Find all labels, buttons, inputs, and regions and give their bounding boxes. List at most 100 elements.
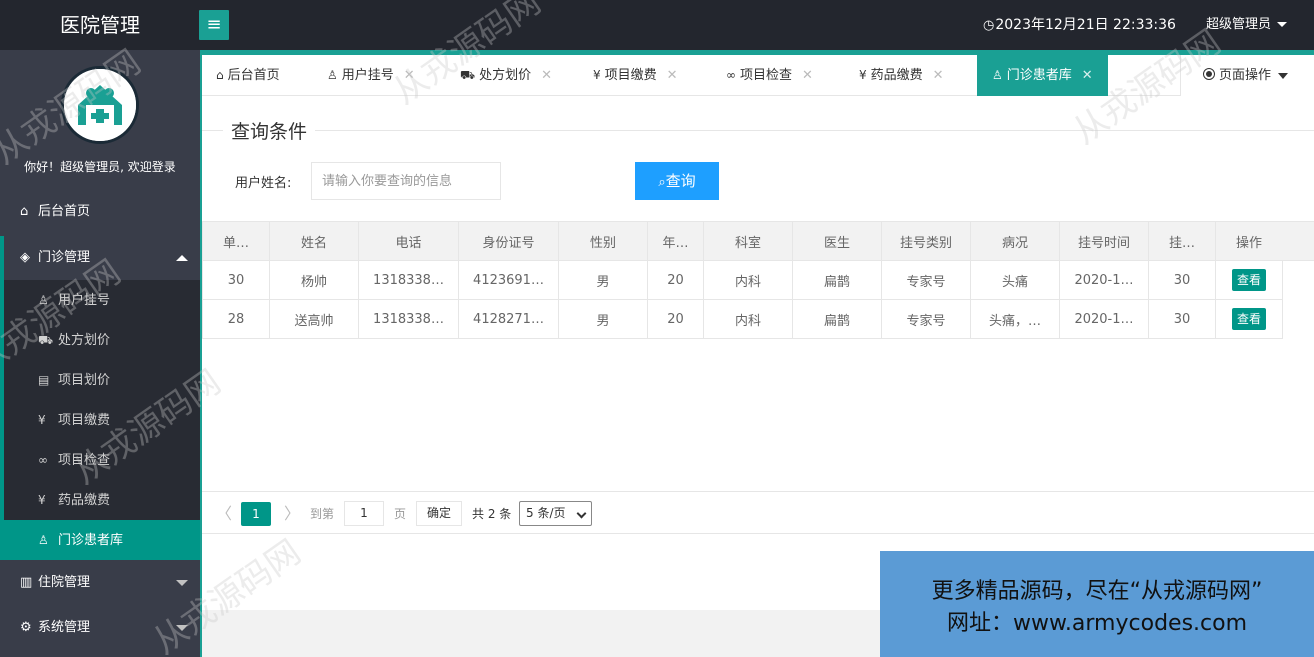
- yen-icon: ¥: [38, 493, 46, 507]
- goto-confirm-button[interactable]: 确定: [416, 501, 462, 526]
- column-header[interactable]: 姓名: [269, 221, 359, 261]
- tab-label: 项目缴费: [604, 68, 657, 83]
- tab-drug-payment[interactable]: ¥ 药品缴费 ✕: [859, 55, 944, 96]
- sidebar-item-project-pricing[interactable]: ▤ 项目划价: [4, 360, 200, 400]
- column-header[interactable]: 医生: [792, 221, 882, 261]
- home-icon: ⌂: [20, 204, 29, 219]
- hamburger-icon: ≡: [206, 14, 222, 35]
- table-cell: 头痛，…: [970, 299, 1060, 339]
- sidebar-item-drug-payment[interactable]: ¥ 药品缴费: [4, 480, 200, 520]
- gear-icon: ⚙: [20, 620, 32, 635]
- table-header-filler: [1282, 221, 1314, 261]
- sidebar-item-label: 后台首页: [38, 204, 91, 219]
- sidebar-item-label: 门诊患者库: [58, 533, 124, 548]
- main-content: 查询条件 用户姓名: ⌕查询 单… 姓名 电话 身份证号 性别 年… 科室 医生…: [202, 97, 1314, 610]
- sidebar-item-label: 处方划价: [58, 333, 111, 348]
- column-header[interactable]: 挂号类别: [881, 221, 971, 261]
- fieldset-border: [202, 130, 1314, 131]
- sidebar-item-patient-library[interactable]: ♙ 门诊患者库: [0, 520, 200, 560]
- sidebar-item-label: 门诊管理: [38, 250, 91, 265]
- sidebar-item-project-payment[interactable]: ¥ 项目缴费: [4, 400, 200, 440]
- building-icon: ▥: [20, 575, 33, 590]
- yen-icon: ¥: [593, 68, 601, 82]
- table-cell-action: 查看: [1215, 299, 1283, 339]
- tab-patient-library[interactable]: ♙ 门诊患者库 ✕: [977, 55, 1108, 96]
- user-menu[interactable]: 超级管理员: [1206, 0, 1288, 50]
- column-header: 操作: [1215, 221, 1283, 261]
- ad-line-2: 网址：www.armycodes.com: [946, 611, 1248, 636]
- column-header[interactable]: 身份证号: [458, 221, 559, 261]
- tab-project-check[interactable]: ∞ 项目检查 ✕: [726, 55, 813, 96]
- tab-home[interactable]: ⌂ 后台首页: [216, 55, 280, 96]
- tab-label: 药品缴费: [870, 68, 923, 83]
- chevron-down-icon: [1278, 72, 1289, 79]
- sidebar-item-system[interactable]: ⚙ 系统管理: [0, 606, 200, 650]
- page-size-select[interactable]: 5 条/页: [519, 501, 592, 526]
- search-icon: ⌕: [658, 175, 666, 190]
- chevron-down-icon: [576, 508, 587, 519]
- chevron-down-icon: [176, 625, 188, 631]
- next-page-icon[interactable]: 〉: [284, 502, 300, 526]
- sidebar-item-label: 系统管理: [38, 620, 91, 635]
- table-cell: 内科: [703, 299, 793, 339]
- tab-register[interactable]: ♙ 用户挂号 ✕: [327, 55, 415, 96]
- cart-icon: ⛟: [460, 68, 476, 82]
- tab-label: 门诊患者库: [1006, 68, 1072, 83]
- user-icon: ♙: [38, 533, 49, 547]
- column-header[interactable]: 病况: [970, 221, 1060, 261]
- sidebar-item-home[interactable]: ⌂ 后台首页: [0, 190, 200, 234]
- table-cell: 30: [1148, 299, 1216, 339]
- menu-toggle-button[interactable]: ≡: [199, 10, 229, 40]
- table-cell: 2020-1…: [1059, 260, 1149, 300]
- close-icon[interactable]: ✕: [541, 68, 552, 83]
- table-row[interactable]: 30 杨帅 1318338… 4123691… 男 20 内科 扁鹊 专家号 头…: [202, 260, 1283, 300]
- query-button[interactable]: ⌕查询: [635, 162, 719, 200]
- clock-display: ◷2023年12月21日 22:33:36: [983, 0, 1176, 50]
- sidebar-item-label: 项目划价: [58, 373, 111, 388]
- yen-icon: ¥: [38, 413, 46, 427]
- close-icon[interactable]: ✕: [933, 68, 944, 83]
- prev-page-icon[interactable]: 〈: [216, 502, 232, 526]
- close-icon[interactable]: ✕: [1082, 68, 1093, 83]
- column-header[interactable]: 科室: [703, 221, 793, 261]
- view-button[interactable]: 查看: [1232, 308, 1266, 330]
- goto-label: 到第: [310, 507, 335, 521]
- close-icon[interactable]: ✕: [404, 68, 415, 83]
- tab-project-payment[interactable]: ¥ 项目缴费 ✕: [593, 55, 678, 96]
- tab-label: 项目检查: [740, 68, 793, 83]
- table-cell: 内科: [703, 260, 793, 300]
- home-icon: ⌂: [216, 68, 224, 82]
- sidebar-item-prescription-pricing[interactable]: ⛟ 处方划价: [4, 320, 200, 360]
- user-icon: ♙: [38, 293, 49, 307]
- current-page[interactable]: 1: [241, 502, 271, 526]
- column-header[interactable]: 电话: [358, 221, 459, 261]
- column-header[interactable]: 单…: [202, 221, 270, 261]
- sidebar-item-register[interactable]: ♙ 用户挂号: [4, 280, 200, 320]
- column-header[interactable]: 性别: [558, 221, 648, 261]
- goto-page-input[interactable]: 1: [344, 501, 384, 526]
- close-icon[interactable]: ✕: [802, 68, 813, 83]
- link-icon: ∞: [38, 453, 48, 467]
- sidebar-item-project-check[interactable]: ∞ 项目检查: [4, 440, 200, 480]
- outpatient-submenu: ♙ 用户挂号 ⛟ 处方划价 ▤ 项目划价 ¥ 项目缴费 ∞ 项目检查 ¥ 药品缴费 ♙ 门诊患…: [0, 280, 200, 560]
- chevron-up-icon: [176, 255, 188, 261]
- chevron-down-icon: [176, 580, 188, 586]
- close-icon[interactable]: ✕: [667, 68, 678, 83]
- sidebar-item-label: 药品缴费: [58, 493, 111, 508]
- column-header[interactable]: 年…: [647, 221, 704, 261]
- view-button[interactable]: 查看: [1232, 269, 1266, 291]
- table-cell: 1318338…: [358, 299, 459, 339]
- sidebar-item-inpatient[interactable]: ▥ 住院管理: [0, 561, 200, 605]
- page-operations-menu[interactable]: 页面操作: [1180, 55, 1314, 96]
- table-cell: 专家号: [881, 299, 971, 339]
- query-legend: 查询条件: [223, 117, 316, 144]
- table-cell: 头痛: [970, 260, 1060, 300]
- column-header[interactable]: 挂…: [1148, 221, 1216, 261]
- table-row[interactable]: 28 送高帅 1318338… 4128271… 男 20 内科 扁鹊 专家号 …: [202, 299, 1283, 339]
- app-title: 医院管理: [60, 13, 140, 37]
- column-header[interactable]: 挂号时间: [1059, 221, 1149, 261]
- sidebar-item-outpatient[interactable]: ◈ 门诊管理: [0, 236, 200, 280]
- username-search-input[interactable]: [311, 162, 501, 200]
- tab-prescription-pricing[interactable]: ⛟ 处方划价 ✕: [460, 55, 552, 96]
- cart-icon: ⛟: [38, 333, 54, 347]
